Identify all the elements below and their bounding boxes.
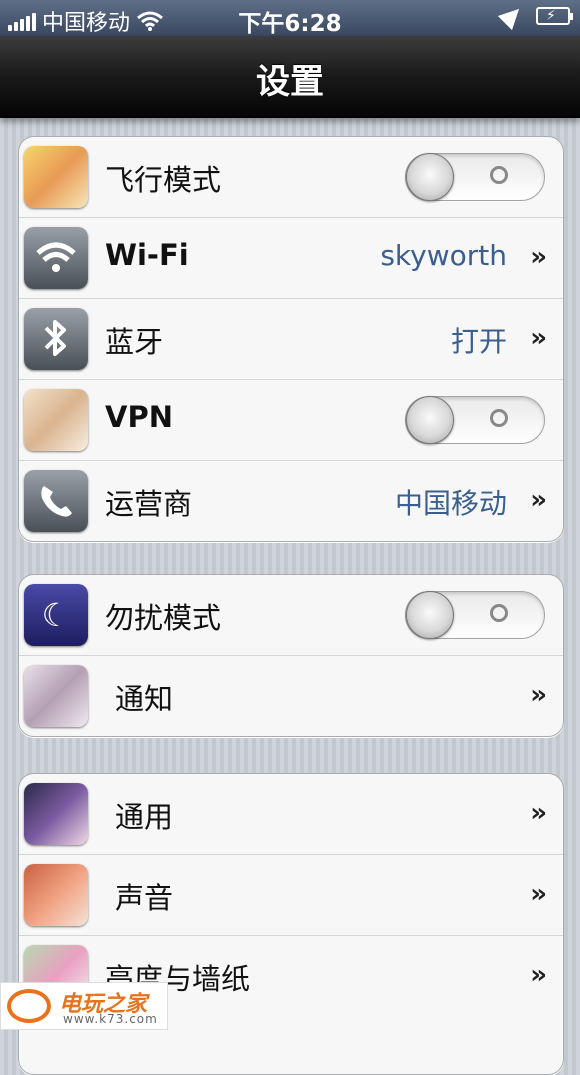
row-airplane-mode: 飞行模式 — [19, 137, 563, 218]
row-label: 运营商 — [105, 487, 193, 521]
moon-icon: ☾ — [24, 584, 88, 646]
row-carrier[interactable]: 运营商 中国移动 » — [19, 461, 563, 541]
row-label: 通知 — [115, 682, 174, 716]
row-sounds[interactable]: 声音 » — [19, 855, 563, 936]
chevron-right-icon: » — [530, 242, 547, 272]
navigation-bar: 设置 — [0, 36, 580, 118]
row-value: skyworth — [380, 239, 507, 272]
row-label: 通用 — [115, 800, 174, 834]
avatar-anime-icon — [24, 864, 88, 926]
row-label: VPN — [105, 400, 173, 434]
row-label: 蓝牙 — [105, 325, 164, 359]
row-value: 打开 — [450, 325, 507, 358]
gamepad-icon — [7, 989, 51, 1023]
watermark-url: www.k73.com — [63, 1012, 158, 1026]
row-do-not-disturb: ☾ 勿扰模式 — [19, 575, 563, 656]
row-label: 飞行模式 — [105, 163, 222, 197]
do-not-disturb-toggle[interactable] — [405, 591, 545, 639]
avatar-anime-icon — [24, 146, 88, 208]
status-time: 下午6:28 — [238, 11, 342, 37]
row-general[interactable]: 通用 » — [19, 774, 563, 855]
watermark-logo: 电玩之家 www.k73.com — [0, 982, 168, 1030]
phone-icon — [24, 470, 88, 532]
chevron-right-icon: » — [530, 960, 547, 990]
wifi-icon — [24, 227, 88, 289]
chevron-right-icon: » — [530, 485, 547, 515]
avatar-anime-icon — [24, 783, 88, 845]
settings-group-notifications: ☾ 勿扰模式 通知 » — [18, 574, 564, 737]
vpn-toggle[interactable] — [405, 396, 545, 444]
row-notifications[interactable]: 通知 » — [19, 656, 563, 736]
page-title: 设置 — [256, 62, 324, 102]
row-label: 勿扰模式 — [105, 601, 222, 635]
row-label: Wi-Fi — [105, 238, 189, 272]
chevron-right-icon: » — [530, 879, 547, 909]
chevron-right-icon: » — [530, 323, 547, 353]
chevron-right-icon: » — [530, 798, 547, 828]
row-wifi[interactable]: Wi-Fi skyworth » — [19, 218, 563, 299]
avatar-anime-icon — [24, 389, 88, 451]
row-value: 中国移动 — [394, 487, 507, 520]
row-vpn: VPN — [19, 380, 563, 461]
battery-charging-icon: ⚡ — [536, 7, 573, 25]
avatar-anime-icon — [24, 665, 88, 727]
row-label: 声音 — [115, 881, 174, 915]
row-bluetooth[interactable]: 蓝牙 打开 » — [19, 299, 563, 380]
chevron-right-icon: » — [530, 680, 547, 710]
settings-group-network: 飞行模式 Wi-Fi skyworth » 蓝牙 打开 » VPN 运营商 中国… — [18, 136, 564, 542]
bluetooth-icon — [24, 308, 88, 370]
airplane-mode-toggle[interactable] — [405, 153, 545, 201]
status-bar: 中国移动 下午6:28 ⚡ — [0, 0, 580, 37]
location-icon — [497, 1, 527, 31]
